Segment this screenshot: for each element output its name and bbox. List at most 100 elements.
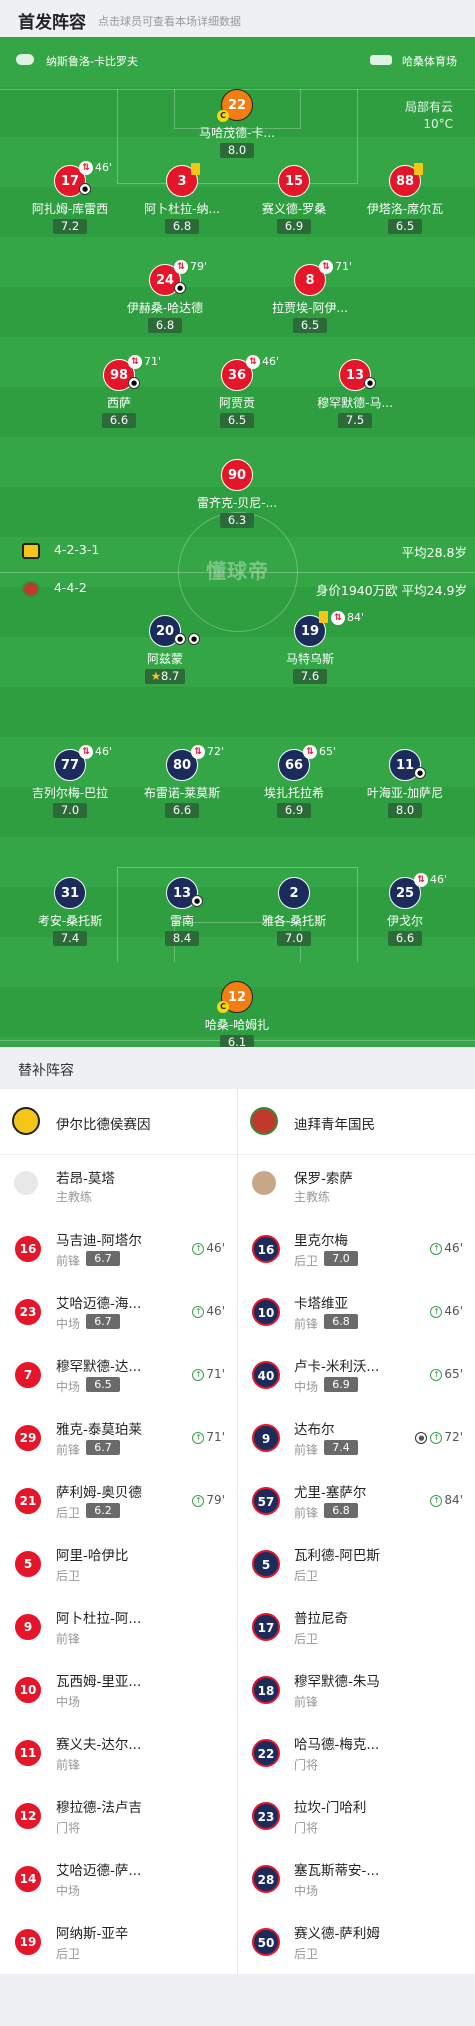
player-marker[interactable]: 12 哈桑-哈姆扎 6.1 [177, 981, 297, 1047]
watermark: 懂球帝 [206, 559, 269, 583]
player-marker[interactable]: 17 阿扎姆-库雷西 7.2 [10, 165, 130, 234]
sub-out-icon: ⇅ [414, 873, 428, 887]
sub-row[interactable]: 21 萨利姆-奥贝德 后卫 6.2 ↑ 79' [0, 1469, 237, 1532]
player-marker[interactable]: 15 赛义德-罗桑 6.9 [234, 165, 354, 234]
player-marker[interactable]: 8 拉贾埃-阿伊... 6.5 [250, 264, 370, 333]
sub-name: 瓦西姆-里亚... [56, 1674, 142, 1690]
away-formation: 4-2-3-1 [22, 542, 99, 559]
player-marker[interactable]: 20 阿兹蒙 ★8.7 [105, 615, 225, 684]
player-marker[interactable]: 13 穆罕默德-马... 7.5 [295, 359, 415, 428]
sub-position: 前锋 [56, 1254, 81, 1268]
player-marker[interactable]: 77 吉列尔梅-巴拉 7.0 [10, 749, 130, 818]
sub-position: 中场 [56, 1317, 81, 1331]
right-team-name: 迪拜青年国民 [294, 1117, 375, 1133]
sub-position: 后卫 [294, 1947, 319, 1961]
sub-row[interactable]: 10 瓦西姆-里亚... 中场 [0, 1658, 237, 1721]
sub-rating: 6.9 [324, 1377, 358, 1392]
sub-row[interactable]: 10 卡塔维亚 前锋 6.8 ↑ 46' [238, 1280, 475, 1343]
sub-position: 后卫 [56, 1506, 81, 1520]
player-name: 西萨 [106, 396, 131, 410]
sub-row[interactable]: 19 阿纳斯-亚辛 后卫 [0, 1910, 237, 1973]
sub-row[interactable]: 23 拉坎-门哈利 门将 [238, 1784, 475, 1847]
sub-in-time: ↑ 84' [430, 1493, 463, 1507]
player-marker[interactable]: 90 雷齐克-贝尼-... 6.3 [177, 459, 297, 528]
sub-number: 23 [14, 1298, 42, 1326]
player-marker[interactable]: 24 伊赫桑-哈达德 6.8 [105, 264, 225, 333]
sub-number: 23 [252, 1802, 280, 1830]
right-team-logo-icon [250, 1107, 278, 1135]
sub-row[interactable]: 12 穆拉德-法卢吉 门将 [0, 1784, 237, 1847]
sub-row[interactable]: 50 赛义德-萨利姆 后卫 [238, 1910, 475, 1973]
sub-name: 艾哈迈德-海... [56, 1296, 142, 1312]
sub-row[interactable]: 5 瓦利德-阿巴斯 后卫 [238, 1532, 475, 1595]
sub-position: 门将 [294, 1758, 319, 1772]
sub-number: 21 [14, 1487, 42, 1515]
player-marker[interactable]: 31 考安-桑托斯 7.4 [10, 877, 130, 946]
sub-row[interactable]: 9 阿卜杜拉-阿... 前锋 [0, 1595, 237, 1658]
sub-name: 卡塔维亚 [294, 1296, 348, 1312]
stadium-icon [370, 55, 392, 65]
player-marker[interactable]: 66 埃扎托拉希 6.9 [234, 749, 354, 818]
sub-rating: 6.7 [86, 1440, 120, 1455]
sub-name: 里克尔梅 [294, 1233, 348, 1249]
sub-in-time: ↑ 46' [192, 1241, 225, 1255]
sub-position: 中场 [294, 1380, 319, 1394]
player-marker[interactable]: 80 布雷诺-莱莫斯 6.6 [122, 749, 242, 818]
sub-name: 雅克-泰莫珀莱 [56, 1422, 142, 1438]
player-number: 2 [278, 877, 310, 909]
player-name: 阿卜杜拉-纳... [144, 202, 220, 216]
player-name: 阿扎姆-库雷西 [31, 202, 109, 216]
sub-position: 中场 [56, 1695, 81, 1709]
own-goal-icon: ● [79, 183, 91, 195]
left-coach[interactable]: 若昂-莫塔 主教练 [0, 1155, 237, 1217]
sub-number: 16 [252, 1235, 280, 1263]
sub-row[interactable]: 16 马吉迪-阿塔尔 前锋 6.7 ↑ 46' [0, 1217, 237, 1280]
sub-position: 后卫 [294, 1254, 319, 1268]
sub-row[interactable]: 14 艾哈迈德-萨... 中场 [0, 1847, 237, 1910]
sub-minute: 46' [262, 355, 280, 368]
sub-position: 前锋 [56, 1758, 81, 1772]
left-team-header[interactable]: 伊尔比德侯赛因 [0, 1089, 237, 1155]
sub-row[interactable]: 7 穆罕默德-达... 中场 6.5 ↑ 71' [0, 1343, 237, 1406]
sub-row[interactable]: 57 尤里-塞萨尔 前锋 6.8 ↑ 84' [238, 1469, 475, 1532]
player-marker[interactable]: 98 西萨 6.6 [59, 359, 179, 428]
sub-name: 艾哈迈德-萨... [56, 1863, 142, 1879]
away-formation-value: 4-2-3-1 [53, 542, 100, 557]
sub-row[interactable]: 40 卢卡-米利沃... 中场 6.9 ↑ 65' [238, 1343, 475, 1406]
player-name: 赛义德-罗桑 [261, 202, 327, 216]
sub-row[interactable]: 18 穆罕默德-朱马 前锋 [238, 1658, 475, 1721]
sub-row[interactable]: 22 哈马德-梅克... 门将 [238, 1721, 475, 1784]
sub-row[interactable]: 28 塞瓦斯蒂安-... 中场 [238, 1847, 475, 1910]
player-marker[interactable]: 22 马哈茂德-卡... 8.0 [177, 89, 297, 158]
sub-row[interactable]: 29 雅克-泰莫珀莱 前锋 6.7 ↑ 71' [0, 1406, 237, 1469]
player-marker[interactable]: 36 阿贾贡 6.5 [177, 359, 297, 428]
sub-position: 后卫 [294, 1569, 319, 1583]
home-formation: 4-4-2 [22, 580, 87, 597]
sub-number: 17 [252, 1613, 280, 1641]
sub-row[interactable]: 17 普拉尼奇 后卫 [238, 1595, 475, 1658]
player-marker[interactable]: 25 伊戈尔 6.6 [345, 877, 465, 946]
right-coach[interactable]: 保罗-索萨 主教练 [238, 1155, 475, 1217]
sub-out-icon: ⇅ [303, 745, 317, 759]
player-rating: 7.2 [53, 219, 87, 234]
sub-number: 16 [14, 1235, 42, 1263]
player-marker[interactable]: 88 伊塔洛-席尔瓦 6.5 [345, 165, 465, 234]
player-rating-value: 8.7 [161, 669, 180, 683]
sub-row[interactable]: 11 赛义夫-达尔... 前锋 [0, 1721, 237, 1784]
sub-in-time: ↑ 79' [192, 1493, 225, 1507]
right-team-header[interactable]: 迪拜青年国民 [238, 1089, 475, 1155]
footer-spacer [0, 1974, 475, 2026]
player-rating: 8.0 [388, 803, 422, 818]
sub-row[interactable]: 23 艾哈迈德-海... 中场 6.7 ↑ 46' [0, 1280, 237, 1343]
player-marker[interactable]: 13 雷南 8.4 [122, 877, 242, 946]
player-marker[interactable]: 19 马特乌斯 7.6 [250, 615, 370, 684]
sub-position: 前锋 [294, 1506, 319, 1520]
sub-row[interactable]: 16 里克尔梅 后卫 7.0 ↑ 46' [238, 1217, 475, 1280]
sub-in-minute: 46' [206, 1304, 225, 1318]
sub-row[interactable]: 9 达布尔 前锋 7.4 ● ↑ 72' [238, 1406, 475, 1469]
player-marker[interactable]: 11 叶海亚-加萨尼 8.0 [345, 749, 465, 818]
player-marker[interactable]: 2 雅各-桑托斯 7.0 [234, 877, 354, 946]
player-marker[interactable]: 3 阿卜杜拉-纳... 6.8 [122, 165, 242, 234]
sub-row[interactable]: 5 阿里-哈伊比 后卫 [0, 1532, 237, 1595]
player-rating: 6.6 [102, 413, 136, 428]
